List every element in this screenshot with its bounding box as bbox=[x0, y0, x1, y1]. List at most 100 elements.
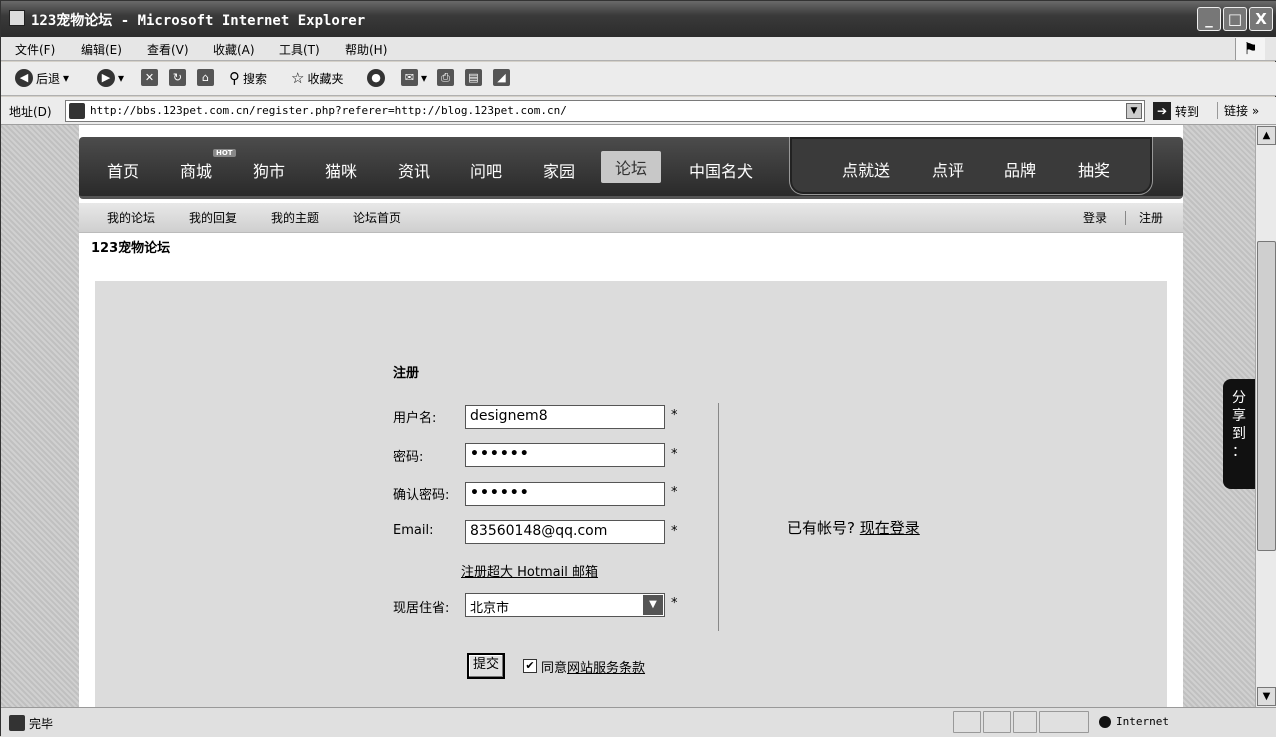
subnav-my-forum[interactable]: 我的论坛 bbox=[107, 209, 155, 226]
nav-famous-dogs[interactable]: 中国名犬 bbox=[689, 158, 753, 182]
has-account-label: 已有帐号? bbox=[787, 519, 855, 537]
close-button[interactable]: X bbox=[1249, 7, 1273, 31]
nav-qa[interactable]: 问吧 bbox=[470, 158, 502, 182]
email-input[interactable]: 83560148@qq.com bbox=[465, 520, 665, 544]
subnav-my-replies[interactable]: 我的回复 bbox=[189, 209, 237, 226]
scroll-down-icon[interactable]: ▼ bbox=[1257, 687, 1276, 706]
menu-help[interactable]: 帮助(H) bbox=[345, 41, 387, 58]
edit-button[interactable]: ▤ bbox=[465, 69, 482, 86]
minimize-button[interactable]: _ bbox=[1197, 7, 1221, 31]
go-label: 转到 bbox=[1175, 104, 1200, 119]
subnav-forum-home[interactable]: 论坛首页 bbox=[353, 209, 401, 226]
required-mark: * bbox=[671, 447, 678, 462]
back-arrow-icon: ◀ bbox=[15, 69, 33, 87]
maximize-button[interactable]: □ bbox=[1223, 7, 1247, 31]
favorites-label: 收藏夹 bbox=[307, 71, 344, 86]
menu-file[interactable]: 文件(F) bbox=[15, 41, 55, 58]
nav-home-garden[interactable]: 家园 bbox=[543, 158, 575, 182]
main-nav: 首页 商城 HOT 狗市 猫咪 资讯 问吧 家园 论坛 中国名犬 点就送 点评 … bbox=[79, 137, 1183, 199]
forward-button[interactable]: ▶ ▾ bbox=[97, 69, 124, 87]
back-dropdown-icon: ▾ bbox=[63, 71, 70, 85]
back-label: 后退 bbox=[36, 71, 61, 86]
nav-mall[interactable]: 商城 bbox=[180, 158, 212, 182]
subnav-my-topics[interactable]: 我的主题 bbox=[271, 209, 319, 226]
windows-logo-icon: ⚑ bbox=[1235, 38, 1265, 60]
email-label: Email: bbox=[393, 523, 434, 538]
messenger-button[interactable]: ◢ bbox=[493, 69, 510, 86]
window-title: 123宠物论坛 - Microsoft Internet Explorer bbox=[31, 13, 366, 29]
chevron-down-icon[interactable]: ▼ bbox=[643, 595, 663, 615]
hot-badge: HOT bbox=[213, 149, 236, 157]
messenger-icon: ◢ bbox=[493, 69, 510, 86]
address-label: 地址(D) bbox=[9, 105, 52, 119]
toolbar: ◀ 后退 ▾ ▶ ▾ ✕ ↻ ⌂ ⚲ 搜索 ☆ 收藏夹 ● ✉ ▾ ⎙ ▤ ◢ bbox=[1, 62, 1276, 96]
page-done-icon bbox=[9, 715, 25, 731]
nav-brand[interactable]: 品牌 bbox=[1004, 157, 1036, 181]
nav-review[interactable]: 点评 bbox=[932, 157, 964, 181]
subnav-divider bbox=[1125, 211, 1126, 225]
scroll-thumb[interactable] bbox=[1257, 241, 1276, 551]
nav-news[interactable]: 资讯 bbox=[398, 158, 430, 182]
refresh-icon: ↻ bbox=[169, 69, 186, 86]
agree-text: 同意网站服务条款 bbox=[541, 657, 645, 676]
menu-favorites[interactable]: 收藏(A) bbox=[213, 41, 255, 58]
go-button[interactable]: ➔ 转到 bbox=[1153, 102, 1199, 120]
hotmail-signup-link[interactable]: 注册超大 Hotmail 邮箱 bbox=[461, 561, 598, 580]
refresh-button[interactable]: ↻ bbox=[169, 69, 186, 86]
submit-button[interactable]: 提交 bbox=[467, 653, 505, 679]
password-input[interactable]: •••••• bbox=[465, 443, 665, 467]
vertical-scrollbar[interactable]: ▲ ▼ bbox=[1255, 125, 1276, 707]
menu-edit[interactable]: 编辑(E) bbox=[81, 41, 122, 58]
nav-click-send[interactable]: 点就送 bbox=[842, 157, 890, 181]
page-icon bbox=[9, 10, 25, 26]
province-select[interactable]: 北京市 ▼ bbox=[465, 593, 665, 617]
favorites-button[interactable]: ☆ 收藏夹 bbox=[291, 69, 343, 87]
address-bar: 地址(D) http://bbs.123pet.com.cn/register.… bbox=[1, 97, 1276, 125]
required-mark: * bbox=[671, 524, 678, 539]
media-button[interactable]: ● bbox=[367, 69, 385, 87]
agree-prefix: 同意 bbox=[541, 661, 568, 676]
edit-icon: ▤ bbox=[465, 69, 482, 86]
nav-dog-market[interactable]: 狗市 bbox=[253, 158, 285, 182]
nav-lottery[interactable]: 抽奖 bbox=[1078, 157, 1110, 181]
menu-tools[interactable]: 工具(T) bbox=[279, 41, 320, 58]
required-mark: * bbox=[671, 485, 678, 500]
agree-checkbox[interactable]: ✔ bbox=[523, 659, 537, 673]
search-button[interactable]: ⚲ 搜索 bbox=[229, 69, 267, 87]
register-link[interactable]: 注册 bbox=[1139, 209, 1163, 226]
links-button[interactable]: 链接 » bbox=[1217, 102, 1259, 119]
home-button[interactable]: ⌂ bbox=[197, 69, 214, 86]
star-icon: ☆ bbox=[291, 69, 305, 87]
share-tab[interactable]: 分享到： bbox=[1223, 379, 1255, 489]
username-input[interactable]: designem8 bbox=[465, 405, 665, 429]
ie-window: 123宠物论坛 - Microsoft Internet Explorer _ … bbox=[0, 0, 1276, 737]
status-cell bbox=[953, 711, 981, 733]
menu-view[interactable]: 查看(V) bbox=[147, 41, 189, 58]
required-mark: * bbox=[671, 408, 678, 423]
search-label: 搜索 bbox=[243, 71, 268, 86]
login-now-link[interactable]: 现在登录 bbox=[860, 519, 920, 537]
confirm-password-label: 确认密码: bbox=[393, 488, 450, 503]
nav-home[interactable]: 首页 bbox=[107, 158, 139, 182]
print-icon: ⎙ bbox=[437, 69, 454, 86]
nav-cats[interactable]: 猫咪 bbox=[325, 158, 357, 182]
nav-forum[interactable]: 论坛 bbox=[601, 151, 662, 183]
username-label: 用户名: bbox=[393, 411, 437, 426]
page-icon bbox=[69, 103, 85, 119]
scroll-up-icon[interactable]: ▲ bbox=[1257, 126, 1276, 145]
has-account-text: 已有帐号? 现在登录 bbox=[787, 517, 920, 538]
print-button[interactable]: ⎙ bbox=[437, 69, 454, 86]
stop-button[interactable]: ✕ bbox=[141, 69, 158, 86]
address-dropdown-icon[interactable]: ▼ bbox=[1126, 103, 1142, 119]
mail-button[interactable]: ✉ ▾ bbox=[401, 69, 427, 86]
address-input[interactable]: http://bbs.123pet.com.cn/register.php?re… bbox=[65, 100, 1145, 122]
stop-icon: ✕ bbox=[141, 69, 158, 86]
confirm-password-input[interactable]: •••••• bbox=[465, 482, 665, 506]
province-label: 现居住省: bbox=[393, 601, 450, 616]
site-name: 123宠物论坛 bbox=[91, 241, 171, 256]
login-link[interactable]: 登录 bbox=[1083, 209, 1107, 226]
status-bar: 完毕 Internet bbox=[1, 707, 1276, 737]
address-url[interactable]: http://bbs.123pet.com.cn/register.php?re… bbox=[90, 104, 567, 117]
back-button[interactable]: ◀ 后退 ▾ bbox=[15, 69, 69, 87]
terms-link[interactable]: 网站服务条款 bbox=[567, 661, 645, 676]
